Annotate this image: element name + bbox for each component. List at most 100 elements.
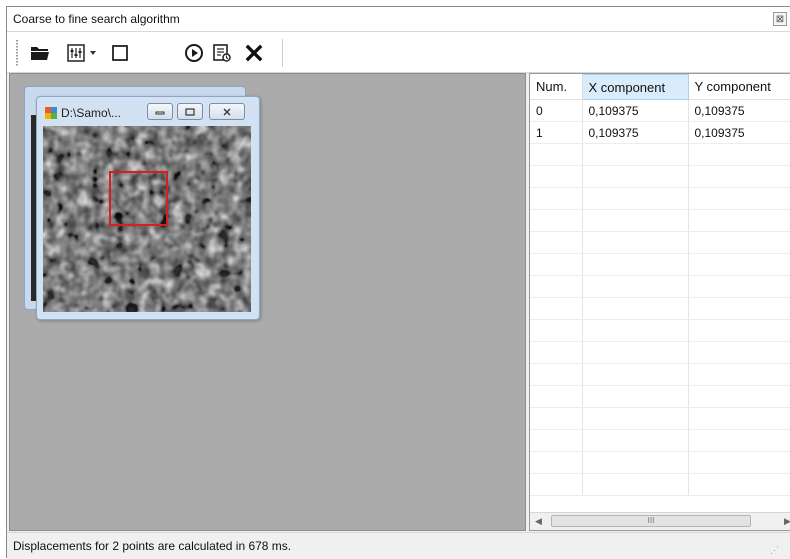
toolbar-grip[interactable] (16, 40, 18, 66)
table-cell[interactable] (582, 231, 689, 254)
table-cell[interactable]: 0,109375 (582, 99, 689, 122)
empty-row[interactable] (530, 385, 790, 408)
column-header-x[interactable]: X component (581, 74, 689, 100)
table-cell[interactable]: 0,109375 (688, 121, 790, 144)
child-close-button[interactable] (209, 103, 245, 120)
table-cell[interactable] (688, 297, 790, 320)
table-cell[interactable] (530, 253, 583, 276)
table-cell[interactable] (530, 231, 583, 254)
mdi-workspace[interactable]: D:\Samo\... (9, 73, 526, 531)
search-region-marker[interactable] (109, 171, 168, 226)
settings-dropdown-button[interactable] (87, 42, 99, 64)
table-cell[interactable] (688, 231, 790, 254)
table-row[interactable]: 1 0,109375 0,109375 (530, 121, 790, 144)
table-cell[interactable] (530, 451, 583, 474)
empty-row[interactable] (530, 429, 790, 452)
table-cell[interactable] (530, 297, 583, 320)
table-cell[interactable] (582, 165, 689, 188)
results-grid[interactable]: Num. X component Y component 0 0,109375 0,… (529, 73, 790, 531)
table-cell[interactable] (530, 275, 583, 298)
table-cell[interactable] (582, 385, 689, 408)
empty-row[interactable] (530, 275, 790, 298)
table-cell[interactable] (582, 429, 689, 452)
window-close-button[interactable]: ⊠ (773, 12, 787, 26)
table-cell[interactable] (582, 253, 689, 276)
table-cell[interactable] (688, 165, 790, 188)
table-cell[interactable] (688, 187, 790, 210)
table-cell[interactable]: 0,109375 (688, 99, 790, 122)
table-cell[interactable] (688, 143, 790, 166)
report-button[interactable] (211, 42, 233, 64)
scroll-left-button[interactable]: ◀ (530, 513, 547, 530)
image-window[interactable]: D:\Samo\... (36, 96, 260, 320)
table-row[interactable]: 0 0,109375 0,109375 (530, 99, 790, 122)
table-cell[interactable] (582, 451, 689, 474)
horizontal-scrollbar[interactable]: ◀ III ▶ (530, 512, 790, 530)
table-cell[interactable] (582, 407, 689, 430)
table-cell[interactable] (582, 143, 689, 166)
speckle-image[interactable] (43, 126, 251, 312)
table-cell[interactable] (530, 143, 583, 166)
scroll-right-button[interactable]: ▶ (779, 513, 790, 530)
empty-row[interactable] (530, 341, 790, 364)
table-cell[interactable]: 0,109375 (582, 121, 689, 144)
empty-row[interactable] (530, 363, 790, 386)
table-cell[interactable] (530, 209, 583, 232)
table-cell[interactable] (530, 187, 583, 210)
table-cell[interactable] (688, 341, 790, 364)
table-cell[interactable] (582, 473, 689, 496)
table-cell[interactable] (688, 209, 790, 232)
table-cell[interactable] (582, 297, 689, 320)
open-folder-icon (31, 47, 49, 60)
empty-row[interactable] (530, 143, 790, 166)
table-cell[interactable] (688, 407, 790, 430)
empty-row[interactable] (530, 451, 790, 474)
close-button[interactable] (243, 42, 265, 64)
empty-row[interactable] (530, 209, 790, 232)
table-cell[interactable] (582, 275, 689, 298)
scroll-thumb[interactable]: III (551, 515, 751, 527)
settings-button[interactable] (65, 42, 87, 64)
minimize-button[interactable] (147, 103, 173, 120)
table-cell[interactable] (688, 363, 790, 386)
run-button[interactable] (183, 42, 205, 64)
table-cell[interactable]: 0 (530, 99, 583, 122)
table-cell[interactable] (688, 385, 790, 408)
table-cell[interactable] (582, 187, 689, 210)
empty-row[interactable] (530, 253, 790, 276)
table-cell[interactable] (530, 473, 583, 496)
table-cell[interactable]: 1 (530, 121, 583, 144)
table-cell[interactable] (530, 407, 583, 430)
table-cell[interactable] (530, 165, 583, 188)
table-cell[interactable] (530, 341, 583, 364)
table-cell[interactable] (582, 341, 689, 364)
table-cell[interactable] (582, 209, 689, 232)
table-cell[interactable] (530, 385, 583, 408)
open-folder-button[interactable] (29, 42, 51, 64)
table-cell[interactable] (688, 275, 790, 298)
empty-row[interactable] (530, 297, 790, 320)
empty-row[interactable] (530, 231, 790, 254)
empty-row[interactable] (530, 407, 790, 430)
main-window: Coarse to fine search algorithm ⊠ D:\Sam… (6, 6, 790, 559)
table-cell[interactable] (688, 319, 790, 342)
title-bar[interactable]: Coarse to fine search algorithm ⊠ (7, 7, 790, 32)
table-cell[interactable] (530, 319, 583, 342)
empty-row[interactable] (530, 187, 790, 210)
table-cell[interactable] (688, 451, 790, 474)
table-cell[interactable] (688, 429, 790, 452)
table-cell[interactable] (582, 363, 689, 386)
rectangle-select-button[interactable] (109, 42, 131, 64)
table-cell[interactable] (582, 319, 689, 342)
column-header-y[interactable]: Y component (688, 74, 790, 100)
table-cell[interactable] (688, 473, 790, 496)
table-cell[interactable] (530, 429, 583, 452)
table-cell[interactable] (688, 253, 790, 276)
maximize-button[interactable] (177, 103, 203, 120)
column-header-num[interactable]: Num. (530, 74, 583, 100)
empty-row[interactable] (530, 319, 790, 342)
table-cell[interactable] (530, 363, 583, 386)
empty-row[interactable] (530, 165, 790, 188)
resize-grip-icon[interactable]: ⋰ (770, 545, 779, 556)
empty-row[interactable] (530, 473, 790, 496)
